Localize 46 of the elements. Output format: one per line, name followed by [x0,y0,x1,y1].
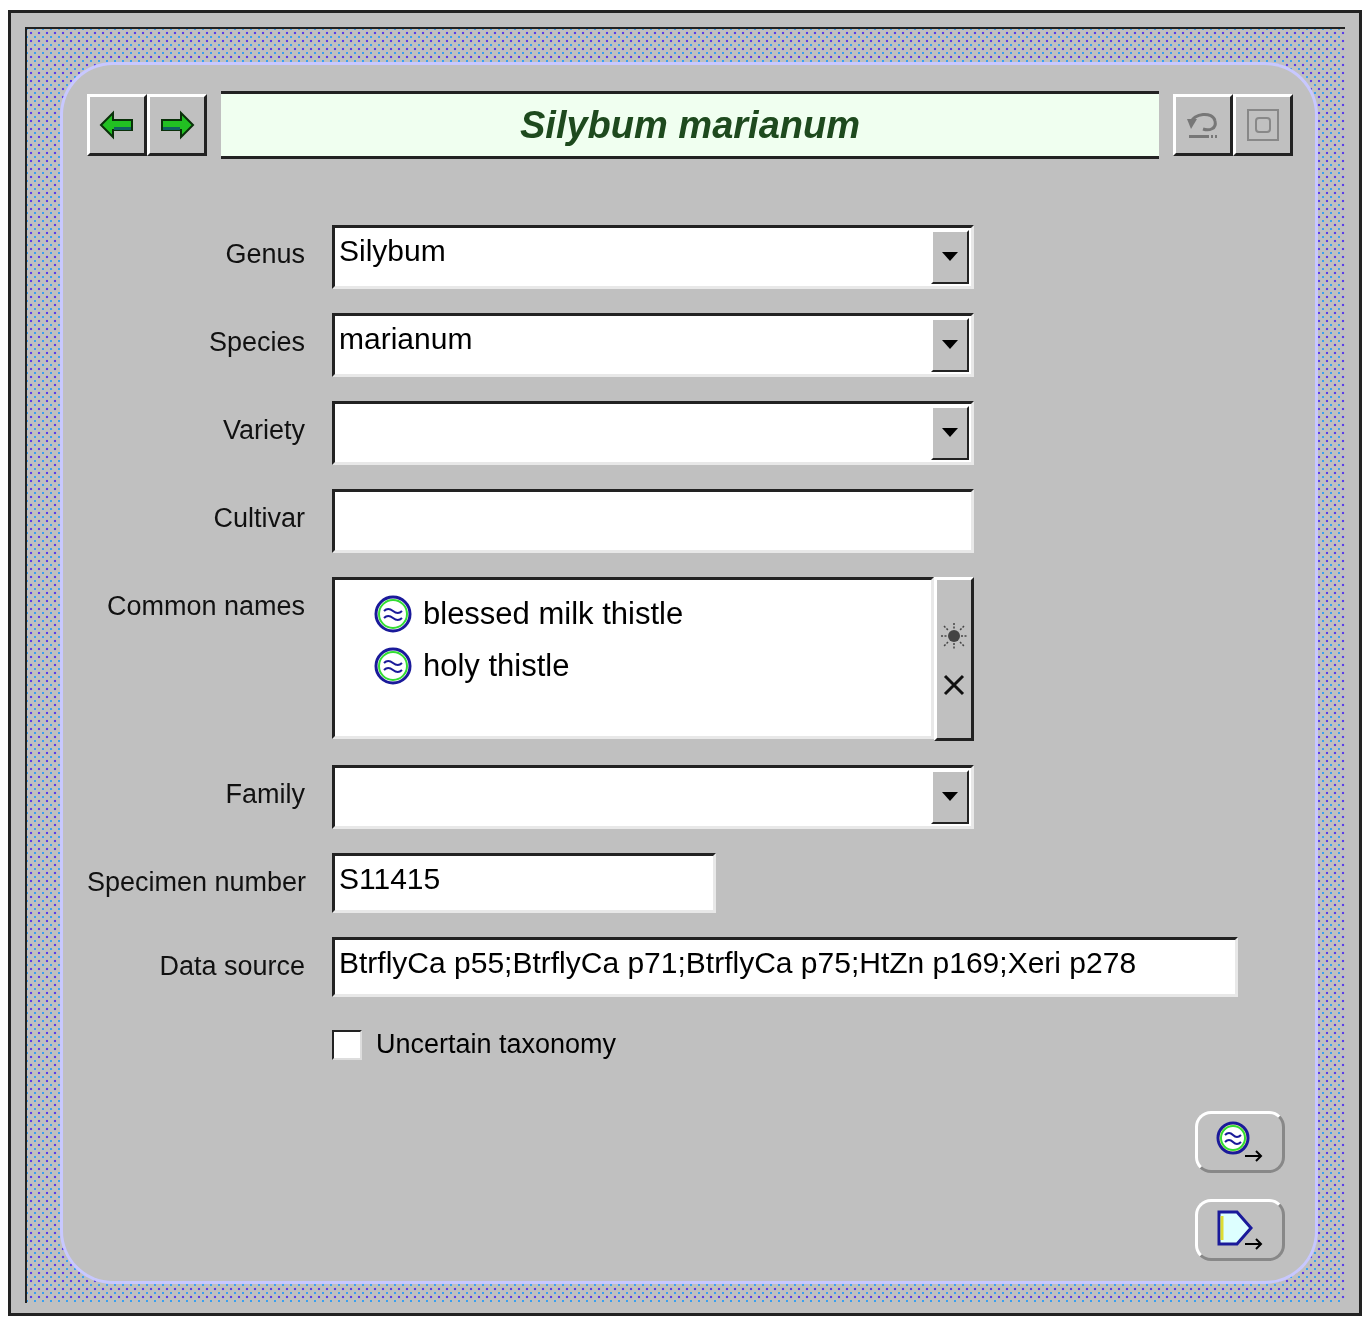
common-name-go-button[interactable] [1195,1111,1285,1173]
caret-icon [942,792,958,802]
input-field[interactable]: S11415 [332,853,716,913]
wave-circle-icon [373,594,413,634]
input-field[interactable]: marianum [332,313,974,377]
dropdown-button[interactable] [931,770,969,824]
stop-button[interactable] [1233,94,1293,156]
common-names-list[interactable]: blessed milk thistle holy thistle [332,577,934,739]
field-label: Variety [221,414,305,446]
square-icon [1246,108,1280,142]
input-field[interactable]: Silybum [332,225,974,289]
forward-button[interactable] [147,94,207,156]
caret-icon [942,252,958,262]
wave-circle-icon [373,646,413,686]
input-field[interactable] [332,765,974,829]
left-arrow-icon [99,110,135,140]
field-label: Species [207,326,305,358]
add-button[interactable] [939,621,969,651]
field-label: Specimen number [87,866,305,898]
field-label: Common names [105,590,305,622]
checkbox[interactable] [332,1029,362,1060]
input-field[interactable] [332,489,974,553]
flag-arrow-icon [1215,1208,1265,1252]
input-field[interactable] [332,401,974,465]
dropdown-button[interactable] [931,318,969,372]
undo-button[interactable] [1173,94,1233,156]
field-label: Genus [224,238,305,270]
dropdown-button[interactable] [931,406,969,460]
common-name[interactable]: blessed milk thistle [423,596,684,632]
record-title: Silybum marianum [221,91,1159,159]
field-label: Data source [158,950,305,982]
back-button[interactable] [87,94,147,156]
delete-button[interactable] [942,673,966,697]
caret-icon [942,428,958,438]
field-label: Cultivar [212,502,305,534]
checkbox-label[interactable]: Uncertain taxonomy [376,1029,617,1060]
caret-icon [942,340,958,350]
sun-icon [939,621,969,651]
wave-circle-arrow-icon [1215,1120,1265,1164]
field-label: Family [224,778,305,810]
common-name[interactable]: holy thistle [423,648,570,684]
right-arrow-icon [159,110,195,140]
dropdown-button[interactable] [931,230,969,284]
input-field[interactable]: BtrflyCa p55;BtrflyCa p71;BtrflyCa p75;HtZn p169;Xeri p278 [332,937,1238,997]
close-icon [942,673,966,697]
next-go-button[interactable] [1195,1199,1285,1261]
